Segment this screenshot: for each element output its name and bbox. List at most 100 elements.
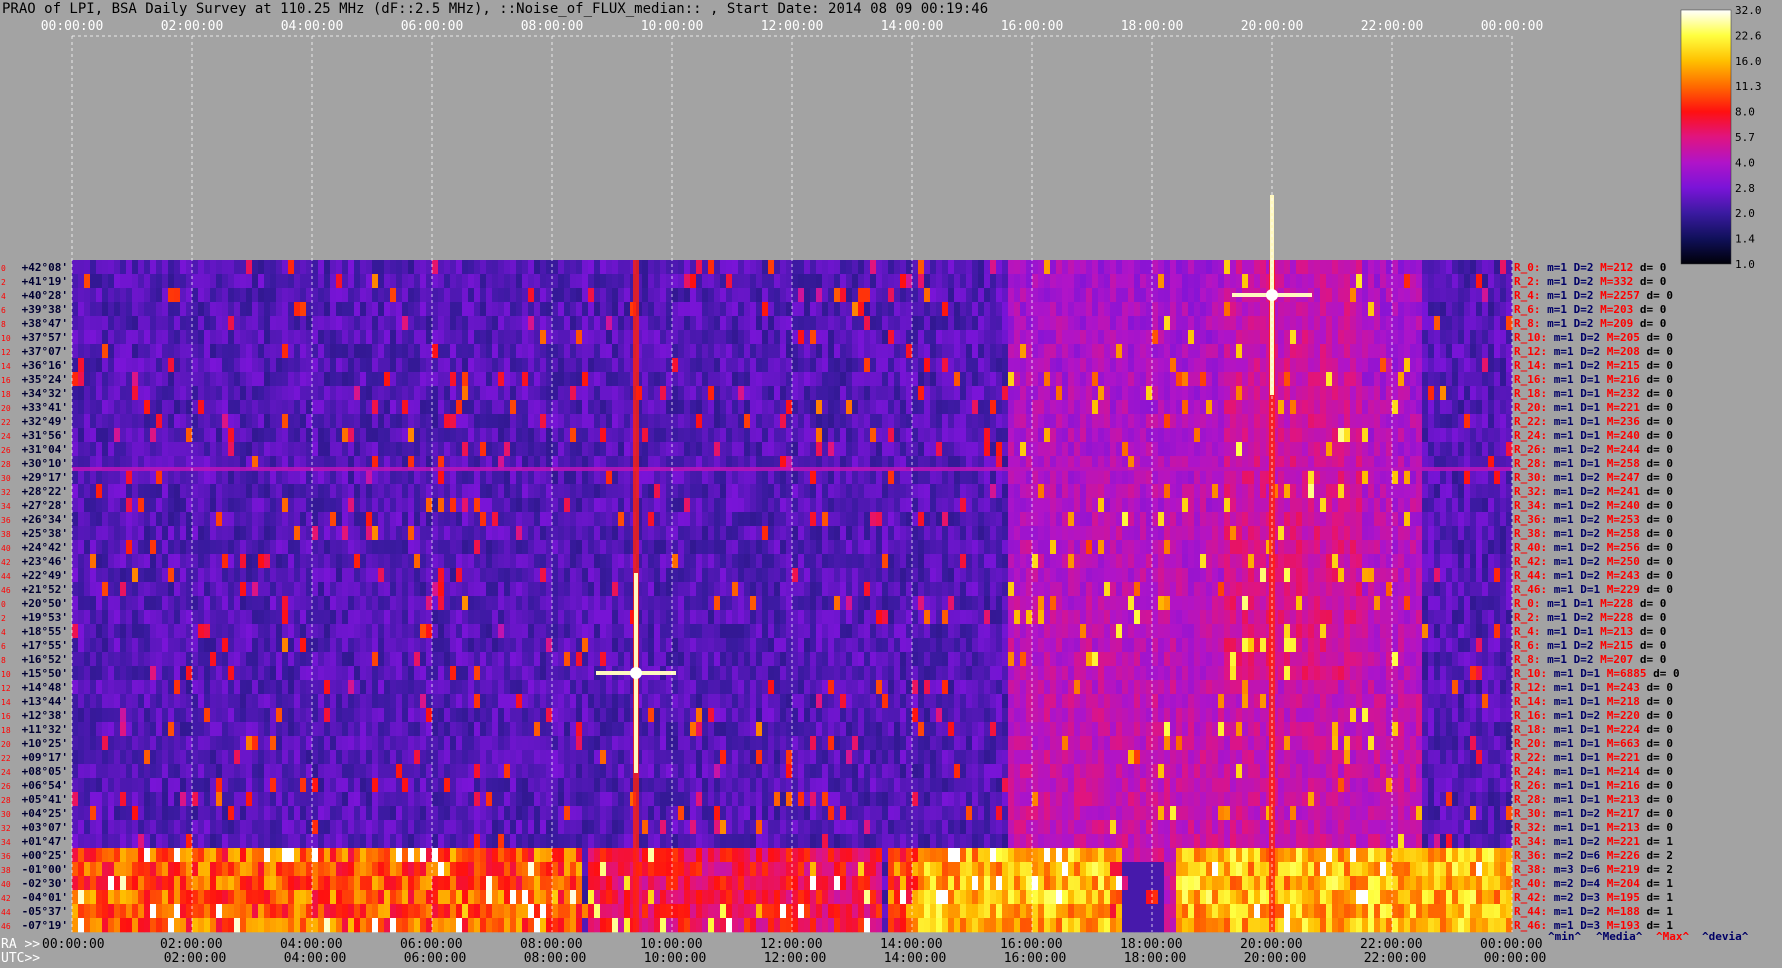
heatmap-cell [492, 512, 499, 527]
heatmap-cell [192, 386, 199, 401]
heatmap-cell [1032, 260, 1039, 275]
heatmap-cell [420, 470, 427, 485]
heatmap-cell [1050, 400, 1057, 415]
heatmap-cell [474, 358, 481, 373]
heatmap-cell [1284, 358, 1291, 373]
heatmap-cell [1302, 302, 1309, 317]
heatmap-cell [102, 526, 109, 541]
heatmap-cell [624, 316, 631, 331]
heatmap-cell [1356, 400, 1363, 415]
heatmap-cell [798, 414, 805, 429]
heatmap-cell [648, 288, 655, 303]
heatmap-cell [798, 344, 805, 359]
heatmap-cell [270, 330, 277, 345]
heatmap-cell [294, 288, 301, 303]
heatmap-cell [750, 470, 757, 485]
heatmap-cell [954, 260, 961, 275]
heatmap-cell [660, 512, 667, 527]
heatmap-cell [1416, 302, 1423, 317]
heatmap-cell [732, 316, 739, 331]
heatmap-cell [768, 344, 775, 359]
heatmap-cell [534, 260, 541, 275]
heatmap-cell [1260, 302, 1267, 317]
heatmap-cell [918, 540, 925, 555]
heatmap-cell [1356, 512, 1363, 527]
heatmap-cell [312, 260, 319, 275]
heatmap-cell [1056, 470, 1063, 485]
heatmap-cell [378, 302, 385, 317]
heatmap-cell [186, 330, 193, 345]
heatmap-cell [1212, 260, 1219, 275]
heatmap-cell [1188, 400, 1195, 415]
heatmap-cell [696, 358, 703, 373]
heatmap-cell [432, 358, 439, 373]
heatmap-cell [1104, 330, 1111, 345]
heatmap-cell [1140, 288, 1147, 303]
heatmap-cell [648, 274, 655, 289]
heatmap-cell [990, 386, 997, 401]
heatmap-cell [1332, 428, 1339, 443]
heatmap-cell [936, 540, 943, 555]
heatmap-cell [960, 540, 967, 555]
heatmap-cell [150, 498, 157, 513]
heatmap-cell [156, 358, 163, 373]
heatmap-cell [1500, 330, 1507, 345]
heatmap-cell [318, 330, 325, 345]
heatmap-cell [1008, 526, 1015, 541]
heatmap-cell [240, 288, 247, 303]
heatmap-cell [1428, 344, 1435, 359]
heatmap-cell [1356, 386, 1363, 401]
heatmap-cell [888, 330, 895, 345]
heatmap-cell [834, 274, 841, 289]
heatmap-cell [420, 484, 427, 499]
heatmap-cell [210, 400, 217, 415]
heatmap-cell [348, 274, 355, 289]
heatmap-cell [762, 260, 769, 275]
heatmap-cell [714, 400, 721, 415]
heatmap-cell [1374, 386, 1381, 401]
heatmap-cell [768, 372, 775, 387]
heatmap-cell [1446, 358, 1453, 373]
heatmap-cell [294, 526, 301, 541]
heatmap-cell [144, 428, 151, 443]
heatmap-cell [1050, 302, 1057, 317]
heatmap-cell [84, 526, 91, 541]
heatmap-cell [1344, 512, 1351, 527]
heatmap-cell [534, 372, 541, 387]
heatmap-cell [780, 358, 787, 373]
heatmap-cell [606, 512, 613, 527]
heatmap-cell [1506, 498, 1513, 513]
heatmap-cell [354, 484, 361, 499]
heatmap-cell [126, 484, 133, 499]
heatmap-cell [186, 302, 193, 317]
heatmap-cell [516, 330, 523, 345]
heatmap-cell [1194, 442, 1201, 457]
heatmap-cell [180, 372, 187, 387]
heatmap-cell [1110, 442, 1117, 457]
heatmap-cell [432, 372, 439, 387]
heatmap-cell [852, 260, 859, 275]
heatmap-cell [1206, 274, 1213, 289]
heatmap-cell [348, 484, 355, 499]
heatmap-cell [1086, 302, 1093, 317]
heatmap-cell [276, 274, 283, 289]
heatmap-cell [768, 302, 775, 317]
heatmap-cell [78, 498, 85, 513]
heatmap-cell [1086, 512, 1093, 527]
heatmap-cell [324, 302, 331, 317]
heatmap-cell [516, 512, 523, 527]
heatmap-cell [144, 302, 151, 317]
heatmap-cell [498, 470, 505, 485]
heatmap-cell [1068, 260, 1075, 275]
heatmap-cell [1194, 316, 1201, 331]
heatmap-cell [810, 512, 817, 527]
heatmap-cell [222, 274, 229, 289]
heatmap-cell [162, 302, 169, 317]
heatmap-cell [1146, 274, 1153, 289]
heatmap-cell [510, 498, 517, 513]
heatmap-cell [816, 540, 823, 555]
heatmap-cell [1212, 316, 1219, 331]
heatmap-cell [210, 358, 217, 373]
heatmap-cell [954, 400, 961, 415]
heatmap-cell [1488, 386, 1495, 401]
